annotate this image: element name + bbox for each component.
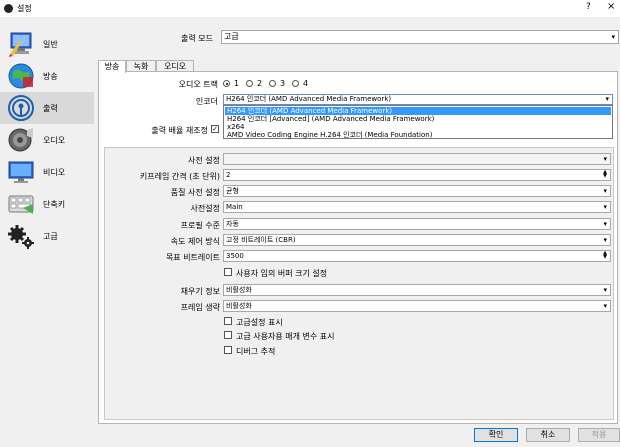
frame-skipping-select[interactable]: 비활성화 ▾ — [223, 300, 611, 312]
audio-track-label: 오디오 트랙 — [178, 80, 218, 89]
frame-skipping-label: 프레임 생략 — [180, 303, 220, 312]
encoder-select[interactable]: H264 인코더 (AMD Advanced Media Framework) … — [223, 94, 613, 105]
quality-preset-label: 품질 사전 설정 — [170, 188, 220, 197]
sidebar-item-advanced[interactable]: 고급 — [0, 220, 94, 252]
rescale-checkbox[interactable]: ✓ — [211, 125, 219, 133]
filler-data-value: 비활성화 — [226, 286, 252, 294]
audio-track-option-2: 2 — [257, 79, 263, 88]
ok-button[interactable]: 확인 — [474, 428, 518, 442]
keyframe-interval-value: 2 — [226, 171, 231, 179]
output-mode-select[interactable]: 고급 ▾ — [221, 30, 619, 44]
audio-icon — [8, 128, 33, 152]
chevron-down-icon: ▾ — [605, 95, 609, 103]
spin-arrows-icon[interactable]: ▲ ▼ — [601, 251, 609, 260]
chevron-down-icon: ▾ — [611, 33, 615, 41]
output-mode-value: 고급 — [224, 32, 239, 41]
sidebar-item-label: 비디오 — [43, 168, 66, 177]
profile-level-select[interactable]: 자동 ▾ — [223, 218, 611, 230]
cancel-button[interactable]: 취소 — [526, 428, 570, 442]
target-bitrate-label: 목표 비트레이트 — [165, 253, 220, 262]
chevron-down-icon: ▾ — [603, 187, 607, 195]
debug-tracing-label: 디버그 추적 — [236, 347, 276, 356]
sidebar-item-label: 방송 — [43, 72, 58, 81]
show-expert-checkbox[interactable] — [224, 331, 232, 339]
sidebar-item-stream[interactable]: 방송 — [0, 60, 94, 92]
encoder-option[interactable]: H264 인코더 [Advanced] (AMD Advanced Media … — [225, 115, 611, 123]
show-advanced-label: 고급설정 표시 — [236, 318, 283, 327]
sidebar-item-label: 단축키 — [43, 200, 66, 209]
chevron-down-icon: ▾ — [603, 286, 607, 294]
show-advanced-checkbox[interactable] — [224, 317, 232, 325]
output-mode-label: 출력 모드 — [181, 34, 213, 43]
target-bitrate-value: 3500 — [226, 252, 244, 260]
sidebar-item-output[interactable]: 출력 — [0, 92, 94, 124]
rate-control-select[interactable]: 고정 비트레이트 (CBR) ▾ — [223, 234, 611, 246]
audio-track-option-1: 1 — [234, 79, 240, 88]
apply-button[interactable]: 적용 — [578, 428, 620, 442]
profile-label: 사전설정 — [190, 204, 220, 213]
show-expert-label: 고급 사용자용 매개 변수 표시 — [236, 332, 335, 341]
quality-preset-select[interactable]: 균형 ▾ — [223, 185, 611, 197]
filler-data-select[interactable]: 비활성화 ▾ — [223, 284, 611, 296]
profile-level-label: 프로필 수준 — [180, 221, 220, 230]
title-bar: 설정 ? × — [0, 0, 620, 17]
tab-stream[interactable]: 방송 — [98, 60, 126, 73]
sidebar-item-label: 일반 — [43, 40, 58, 49]
keyframe-interval-input[interactable]: 2 ▲ ▼ — [223, 169, 611, 181]
chevron-down-icon: ▾ — [603, 220, 607, 228]
output-icon — [8, 95, 34, 121]
rate-control-value: 고정 비트레이트 (CBR) — [226, 236, 296, 244]
chevron-down-icon: ▾ — [603, 203, 607, 211]
audio-track-option-4: 4 — [303, 79, 309, 88]
sidebar-item-hotkeys[interactable]: 단축키 — [0, 188, 94, 220]
chevron-down-icon: ▾ — [603, 236, 607, 244]
hotkeys-icon — [8, 195, 34, 214]
chevron-down-icon: ▾ — [603, 155, 607, 163]
preset-label: 사전 설정 — [188, 156, 220, 165]
profile-level-value: 자동 — [226, 220, 239, 228]
help-button[interactable]: ? — [586, 2, 591, 12]
encoder-dropdown: H264 인코더 (AMD Advanced Media Framework) … — [223, 105, 613, 139]
quality-preset-value: 균형 — [226, 187, 239, 195]
encoder-option[interactable]: x264 — [225, 123, 611, 131]
audio-track-radio-4[interactable] — [292, 80, 299, 87]
general-icon — [9, 32, 32, 57]
frame-skipping-value: 비활성화 — [226, 302, 252, 310]
profile-value: Main — [226, 203, 243, 211]
debug-tracing-checkbox[interactable] — [224, 346, 232, 354]
target-bitrate-input[interactable]: 3500 ▲ ▼ — [223, 250, 611, 262]
rescale-label: 출력 배율 재조정 — [151, 126, 208, 135]
spin-arrows-icon[interactable]: ▲ ▼ — [601, 170, 609, 179]
obs-logo-icon — [4, 4, 13, 13]
filler-data-label: 채우기 정보 — [180, 287, 220, 296]
keyframe-interval-label: 키프레임 간격 (초 단위) — [139, 172, 220, 181]
audio-track-radio-2[interactable] — [246, 80, 253, 87]
sidebar-item-label: 고급 — [43, 232, 58, 241]
encoder-label: 인코더 — [195, 97, 218, 106]
close-button[interactable]: × — [607, 1, 615, 12]
sidebar-item-label: 출력 — [43, 104, 58, 113]
sidebar-item-audio[interactable]: 오디오 — [0, 124, 94, 156]
sidebar-item-general[interactable]: 일반 — [0, 28, 94, 60]
sidebar-item-video[interactable]: 비디오 — [0, 156, 94, 188]
audio-track-radio-3[interactable] — [269, 80, 276, 87]
chevron-down-icon: ▾ — [603, 302, 607, 310]
encoder-option[interactable]: AMD Video Coding Engine H.264 인코더 (Media… — [225, 131, 611, 139]
rate-control-label: 속도 제어 방식 — [170, 237, 220, 246]
encoder-option[interactable]: H264 인코더 (AMD Advanced Media Framework) — [225, 107, 611, 115]
encoder-value: H264 인코더 (AMD Advanced Media Framework) — [226, 95, 392, 103]
video-icon — [8, 161, 34, 183]
audio-track-option-3: 3 — [280, 79, 286, 88]
custom-buffer-checkbox[interactable] — [224, 268, 232, 276]
sidebar-item-label: 오디오 — [43, 136, 66, 145]
settings-sidebar: 일반 방송 출력 오디오 비디오 단축키 고급 — [0, 25, 94, 265]
window-title: 설정 — [17, 4, 32, 13]
advanced-icon — [8, 225, 34, 249]
stream-icon — [8, 63, 34, 89]
preset-select[interactable]: ▾ — [223, 153, 611, 165]
custom-buffer-label: 사용자 임의 버퍼 크기 설정 — [236, 269, 328, 278]
audio-track-radio-1[interactable] — [223, 80, 230, 87]
profile-select[interactable]: Main ▾ — [223, 201, 611, 213]
